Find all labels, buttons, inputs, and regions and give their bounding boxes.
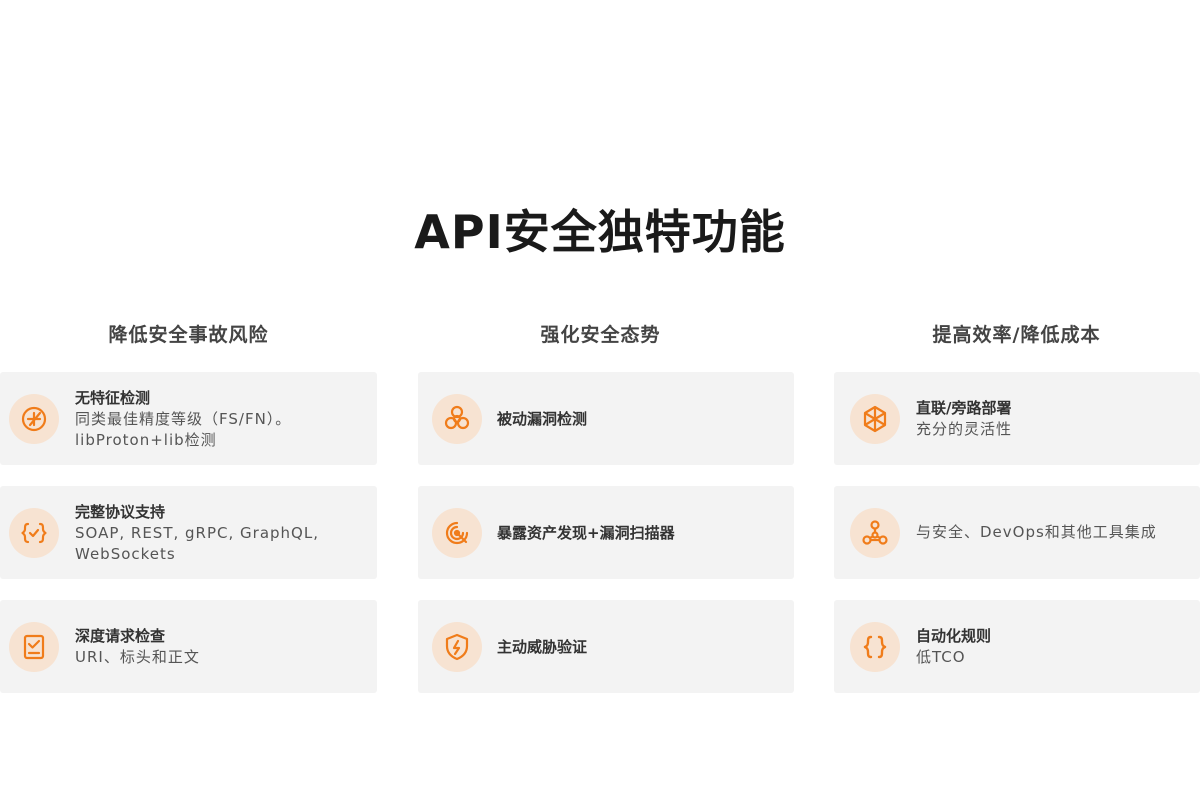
biohazard-icon: [432, 393, 482, 444]
feature-card-passive-vuln-detection: 被动漏洞检测: [418, 372, 794, 465]
feature-card-integration: 与安全、DevOps和其他工具集成: [834, 486, 1200, 579]
feature-card-deep-inspection: 深度请求检查 URI、标头和正文: [0, 600, 377, 693]
feature-card-protocol-support: 完整协议支持 SOAP, REST, gRPC, GraphQL, WebSoc…: [0, 486, 377, 579]
card-title: 暴露资产发现+漏洞扫描器: [497, 523, 675, 542]
curly-braces-icon: [850, 621, 900, 672]
card-title: 自动化规则: [916, 627, 992, 645]
column-header-efficiency: 提高效率/降低成本: [932, 324, 1101, 346]
feature-card-asset-discovery: 暴露资产发现+漏洞扫描器: [418, 486, 794, 579]
card-description: 与安全、DevOps和其他工具集成: [916, 523, 1157, 541]
card-title: 完整协议支持: [75, 502, 166, 521]
feature-card-deployment: 直联/旁路部署 充分的灵活性: [834, 372, 1200, 465]
radar-scan-icon: [432, 507, 482, 558]
checklist-document-icon: [9, 621, 59, 672]
feature-card-signatureless-detection: 无特征检测 同类最佳精度等级（FS/FN）。libProton+lib检测: [0, 372, 377, 465]
page-title: API安全独特功能: [414, 205, 786, 259]
card-title: 主动威胁验证: [497, 637, 588, 656]
feature-card-active-threat-verification: 主动威胁验证: [418, 600, 794, 693]
cube-icon: [850, 393, 900, 444]
column-header-strengthen-posture: 强化安全态势: [540, 324, 661, 346]
crosshair-icon: [9, 393, 59, 444]
card-description: URI、标头和正文: [75, 648, 200, 666]
shield-lightning-icon: [432, 621, 482, 672]
card-description: 低TCO: [916, 648, 966, 666]
network-nodes-icon: [850, 507, 900, 558]
card-title: 深度请求检查: [75, 627, 166, 645]
curly-brace-check-icon: [9, 507, 59, 558]
card-title: 被动漏洞检测: [497, 409, 588, 428]
card-description: 同类最佳精度等级（FS/FN）。libProton+lib检测: [75, 409, 292, 449]
card-title: 直联/旁路部署: [916, 399, 1012, 417]
card-description: 充分的灵活性: [916, 420, 1013, 438]
column-header-reduce-risk: 降低安全事故风险: [108, 324, 269, 346]
feature-card-automation-rules: 自动化规则 低TCO: [834, 600, 1200, 693]
card-description: SOAP, REST, gRPC, GraphQL, WebSockets: [75, 523, 319, 563]
card-title: 无特征检测: [75, 388, 151, 407]
